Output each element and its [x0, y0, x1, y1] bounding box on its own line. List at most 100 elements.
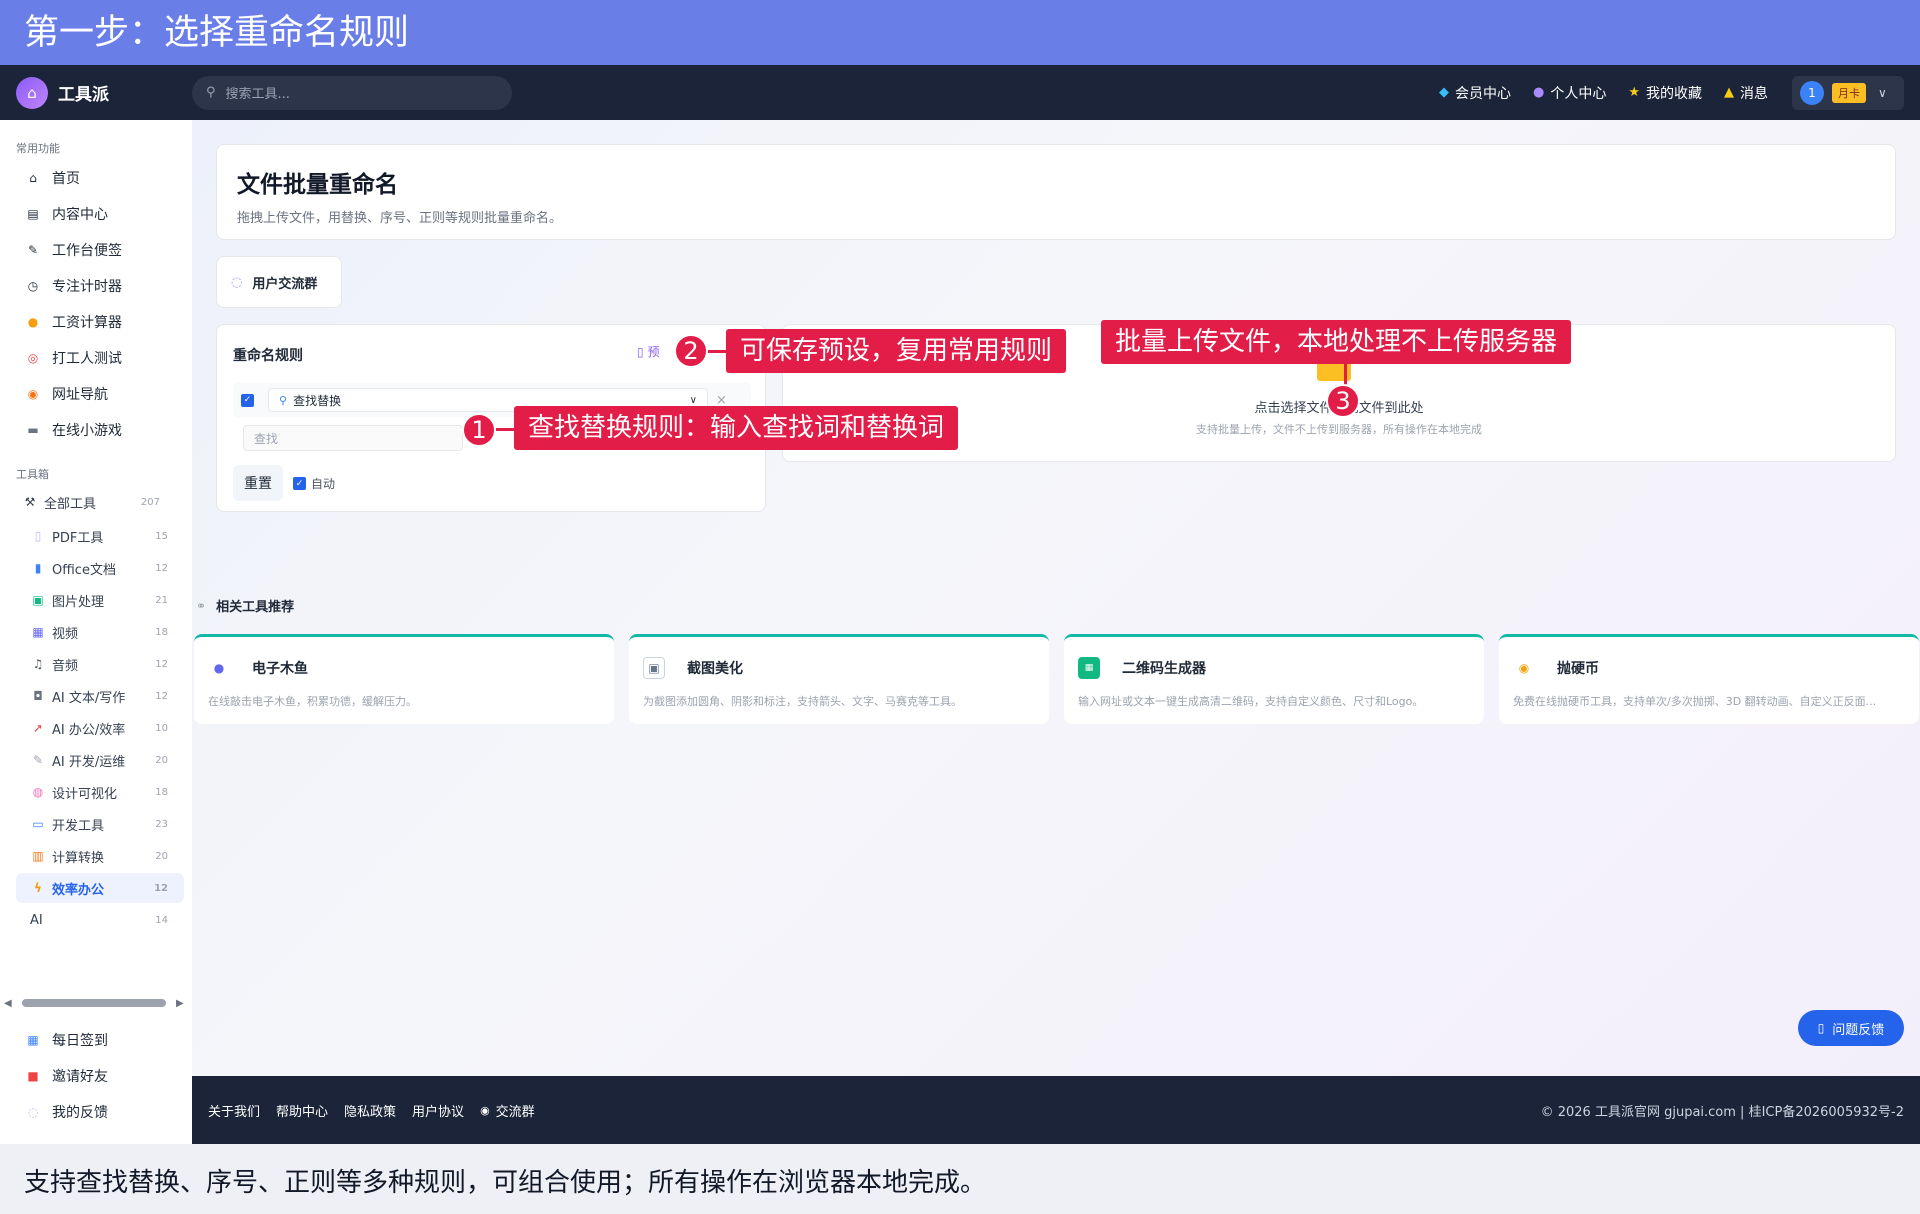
scroll-thumb[interactable]	[22, 999, 166, 1007]
sidebar-item-checkin[interactable]: ▦ 每日签到	[24, 1030, 108, 1050]
sidebar-item-design[interactable]: ◍ 设计可视化 18	[16, 777, 184, 807]
sidebar-item-nav[interactable]: ◉ 网址导航	[24, 384, 108, 404]
sidebar-item-label: 计算转换	[52, 850, 105, 866]
callout-preset: 可保存预设，复用常用规则	[726, 329, 1067, 373]
tool-title: 二维码生成器	[1122, 661, 1206, 677]
sidebar-item-ai-writing[interactable]: ◘ AI 文本/写作 12	[16, 681, 184, 711]
membership-badge: 月卡	[1832, 82, 1866, 103]
sidebar-item-games[interactable]: ▬ 在线小游戏	[24, 420, 122, 440]
scroll-right-icon[interactable]: ▶	[176, 998, 188, 1009]
gift-icon: ■	[27, 1069, 39, 1083]
sidebar-item-efficiency[interactable]: ϟ 效率办公 12	[16, 873, 184, 903]
sidebar-item-invite[interactable]: ■ 邀请好友	[24, 1066, 108, 1086]
button-label: 用户交流群	[252, 276, 318, 292]
sidebar-item-image[interactable]: ▣ 图片处理 21	[16, 585, 184, 615]
wrench-icon: ✎	[32, 753, 44, 767]
nav-profile[interactable]: ● 个人中心	[1533, 83, 1606, 103]
person-icon: ●	[1533, 85, 1545, 100]
callout-connector	[706, 350, 728, 353]
footer-link-terms[interactable]: 用户协议	[412, 1101, 464, 1120]
sidebar-item-audio[interactable]: ♫ 音频 12	[16, 649, 184, 679]
checkbox-checked[interactable]: ✓	[293, 477, 306, 490]
callout-connector	[496, 428, 516, 431]
count-badge: 14	[155, 914, 168, 926]
sidebar-item-label: AI	[30, 912, 43, 928]
related-tool-card[interactable]: ● 电子木鱼 在线敲击电子木鱼，积累功德，缓解压力。	[194, 634, 614, 724]
tool-title: 截图美化	[687, 661, 743, 677]
callout-number: 2	[674, 334, 708, 368]
related-tool-card[interactable]: ◉ 抛硬币 免费在线抛硬币工具，支持单次/多次抛掷、3D 翻转动画、自定义正反面.…	[1499, 634, 1919, 724]
rule-enabled-checkbox[interactable]: ✓	[241, 393, 254, 407]
sidebar-item-label: 内容中心	[52, 207, 108, 223]
avatar: 1	[1800, 80, 1824, 105]
sidebar-item-feedback[interactable]: ◌ 我的反馈	[24, 1102, 108, 1122]
sidebar-item-home[interactable]: ⌂ 首页	[24, 168, 80, 188]
sidebar-item-salary[interactable]: ● 工资计算器	[24, 312, 122, 332]
calendar-icon: ▦	[27, 1033, 39, 1047]
sidebar-item-pdf[interactable]: ▯ PDF工具 15	[16, 521, 184, 551]
user-menu[interactable]: 1 月卡 ∨	[1792, 75, 1904, 110]
main-content: 文件批量重命名 拖拽上传文件，用替换、序号、正则等规则批量重命名。 ◌ 用户交流…	[192, 120, 1920, 1076]
sidebar-item-dev-tools[interactable]: ▭ 开发工具 23	[16, 809, 184, 839]
sidebar-item-label: 在线小游戏	[52, 423, 122, 439]
tool-desc: 输入网址或文本一键生成高清二维码，支持自定义颜色、尺寸和Logo。	[1078, 695, 1424, 708]
footer-link-help[interactable]: 帮助中心	[276, 1101, 328, 1120]
coin-icon: ◉	[1518, 661, 1530, 675]
nav-vip-center[interactable]: ◆ 会员中心	[1439, 83, 1511, 103]
image-icon: ▣	[32, 593, 44, 607]
footer-link-privacy[interactable]: 隐私政策	[344, 1101, 396, 1120]
sidebar-item-timer[interactable]: ◷ 专注计时器	[24, 276, 122, 296]
related-tool-card[interactable]: ▦ 二维码生成器 输入网址或文本一键生成高清二维码，支持自定义颜色、尺寸和Logo…	[1064, 634, 1484, 724]
sidebar-item-ai-dev[interactable]: ✎ AI 开发/运维 20	[16, 745, 184, 775]
nav-messages[interactable]: ▲ 消息	[1724, 83, 1768, 103]
sidebar-item-label: 音频	[52, 658, 79, 674]
sidebar-item-label: 工资计算器	[52, 315, 122, 331]
sidebar-scrollbar[interactable]: ◀ ▶	[4, 996, 188, 1010]
sidebar-item-content[interactable]: ▤ 内容中心	[24, 204, 108, 224]
sidebar-item-label: Office文档	[52, 562, 116, 578]
footer-link-group[interactable]: ◉ 交流群	[480, 1101, 535, 1120]
scroll-left-icon[interactable]: ◀	[4, 998, 16, 1009]
house-icon: ⌂	[29, 171, 37, 185]
money-bag-icon: ●	[27, 315, 39, 329]
sidebar-item-label: AI 开发/运维	[52, 754, 126, 770]
related-tool-card[interactable]: ▣ 截图美化 为截图添加圆角、阴影和标注，支持箭头、文字、马赛克等工具。	[629, 634, 1049, 724]
feedback-button[interactable]: ▯ 问题反馈	[1798, 1010, 1904, 1046]
chevron-down-icon: ∨	[689, 394, 697, 406]
ai-icon: ◘	[33, 689, 43, 703]
tools-icon: ⚒	[24, 495, 36, 509]
memo-icon: ▯	[637, 345, 644, 359]
page-subtitle: 拖拽上传文件，用替换、序号、正则等规则批量重命名。	[237, 211, 563, 226]
rule-type-value: 查找替换	[293, 393, 342, 408]
reset-button[interactable]: 重置	[233, 465, 283, 501]
count-badge: 15	[155, 530, 168, 542]
sidebar-item-ai[interactable]: AI 14	[16, 905, 184, 935]
sidebar-item-calc[interactable]: ▥ 计算转换 20	[16, 841, 184, 871]
logo-icon[interactable]: ⌂	[16, 76, 48, 109]
sidebar-item-worker-test[interactable]: ◎ 打工人测试	[24, 348, 122, 368]
step-banner: 第一步：选择重命名规则	[0, 0, 1920, 65]
footer-link-about[interactable]: 关于我们	[208, 1101, 260, 1120]
find-input[interactable]: 查找	[243, 425, 463, 451]
sidebar-item-notes[interactable]: ✎ 工作台便签	[24, 240, 122, 260]
wooden-fish-icon: ●	[213, 661, 225, 675]
preset-button[interactable]: ▯ 预	[637, 343, 659, 360]
sidebar-item-office[interactable]: ▮ Office文档 12	[16, 553, 184, 583]
sidebar-item-label: 邀请好友	[52, 1069, 108, 1085]
sidebar-item-ai-office[interactable]: ➚ AI 办公/效率 10	[16, 713, 184, 743]
auto-checkbox[interactable]: ✓ 自动	[293, 475, 335, 492]
user-group-button[interactable]: ◌ 用户交流群	[216, 256, 342, 308]
nav-label: 个人中心	[1550, 85, 1607, 102]
stopwatch-icon: ◷	[27, 279, 39, 293]
music-icon: ♫	[32, 657, 44, 671]
count-badge: 18	[155, 626, 168, 638]
logo-text[interactable]: 工具派	[58, 80, 168, 105]
sidebar-section-tools: 工具箱	[16, 468, 49, 481]
sidebar-item-video[interactable]: ▦ 视频 18	[16, 617, 184, 647]
tool-desc: 为截图添加圆角、阴影和标注，支持箭头、文字、马赛克等工具。	[643, 695, 962, 708]
search-input[interactable]: ⚲ 搜索工具...	[192, 75, 512, 110]
sidebar-item-all-tools[interactable]: ⚒ 全部工具 207	[8, 487, 176, 517]
sidebar-item-label: 效率办公	[52, 882, 105, 898]
nav-favorites[interactable]: ★ 我的收藏	[1628, 83, 1702, 103]
nav-label: 消息	[1740, 85, 1768, 102]
